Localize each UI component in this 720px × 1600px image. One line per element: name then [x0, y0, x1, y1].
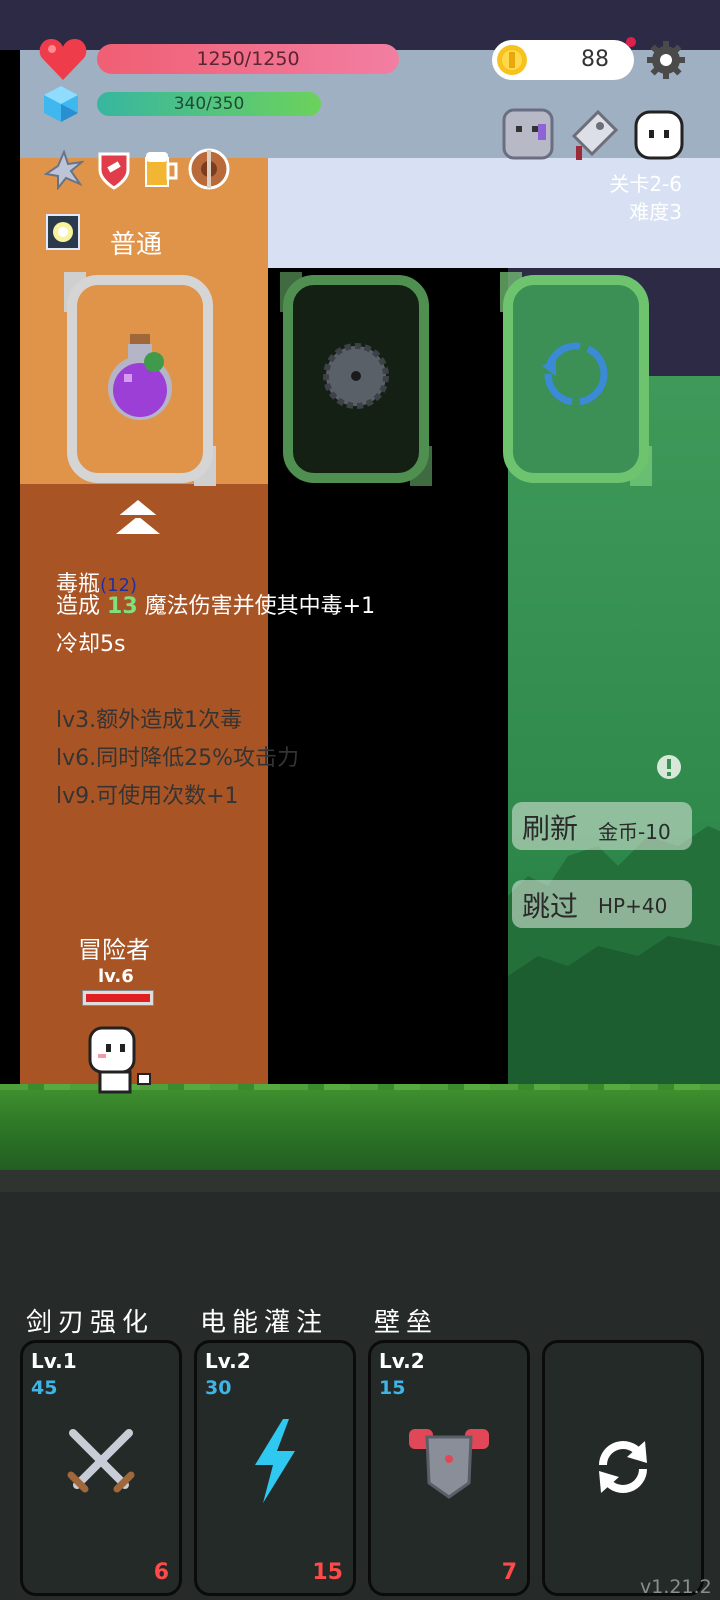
hero-level: lv.6	[98, 966, 134, 987]
beer-status-icon	[142, 148, 180, 190]
blob-enemy-icon	[634, 110, 684, 160]
upgrade-title-3: 壁垒	[374, 1308, 439, 1338]
notification-dot	[626, 37, 636, 47]
upgrade-title-2: 电能灌注	[200, 1308, 329, 1338]
coin-amount: 88	[581, 47, 609, 72]
level-bonus-1: lv3.额外造成1次毒	[56, 708, 243, 733]
item-slot-sawblade[interactable]	[280, 272, 432, 486]
spikeball-status-icon	[43, 149, 86, 191]
item-slot-refresh-skill[interactable]	[500, 272, 652, 486]
difficulty-label: 难度3	[629, 200, 682, 224]
damage-value: 13	[107, 594, 138, 619]
grass	[0, 1090, 720, 1170]
upgrade-card-blade[interactable]: Lv.1 45 6	[20, 1340, 182, 1596]
hero-hp-bar	[82, 990, 154, 1006]
card-level: Lv.2	[205, 1349, 251, 1373]
coin-icon	[496, 44, 528, 76]
card-value: 15	[379, 1377, 406, 1399]
sawblade-icon	[320, 340, 392, 412]
round-shield-status-icon	[188, 148, 230, 190]
card-cost: 15	[312, 1560, 343, 1585]
upgrade-card-bulwark[interactable]: Lv.2 15 7	[368, 1340, 530, 1596]
hero-sprite	[86, 1026, 158, 1096]
ground-line	[0, 1170, 720, 1192]
skip-button[interactable]: 跳过 HP+40	[512, 880, 692, 928]
mana-crystal-icon	[44, 86, 78, 122]
stage-label: 关卡2-6	[609, 172, 682, 196]
cleaver-enemy-icon	[566, 106, 624, 162]
poison-bottle-icon	[102, 332, 178, 422]
level-bonus-2: lv6.同时降低25%攻击力	[56, 746, 300, 771]
refresh-button[interactable]: 刷新 金币-10	[512, 802, 692, 850]
card-level: Lv.1	[31, 1349, 77, 1373]
left-edge	[0, 50, 20, 1100]
hero-name: 冒险者	[78, 936, 150, 964]
level-bonus-3: lv9.可使用次数+1	[56, 784, 239, 809]
gear-icon[interactable]	[645, 39, 687, 81]
reroll-upgrades-card[interactable]	[542, 1340, 704, 1596]
heart-icon	[38, 36, 88, 82]
armor-icon	[407, 1423, 491, 1499]
ghost-enemy-icon	[500, 106, 556, 162]
card-value: 45	[31, 1377, 58, 1399]
crossed-swords-icon	[63, 1423, 139, 1499]
item-description: 造成 13 魔法伤害并使其中毒+1	[56, 594, 376, 619]
hp-bar: 1250/1250	[97, 44, 399, 74]
expand-up-icon[interactable]	[114, 498, 162, 538]
reroll-icon	[591, 1435, 655, 1499]
version-label: v1.21.2	[640, 1576, 712, 1598]
shield-status-icon	[96, 150, 132, 190]
card-cost: 6	[153, 1560, 169, 1585]
cooldown-text: 冷却5s	[56, 632, 126, 657]
cycle-arrow-icon	[538, 336, 614, 412]
lightning-icon	[249, 1419, 301, 1503]
mp-bar: 340/350	[97, 92, 321, 116]
grade-label: 普通	[110, 230, 163, 260]
upgrade-title-1: 剑刃强化	[26, 1308, 155, 1338]
grade-gem-icon	[46, 214, 80, 250]
info-icon[interactable]	[656, 754, 682, 780]
upgrade-card-electric[interactable]: Lv.2 30 15	[194, 1340, 356, 1596]
card-value: 30	[205, 1377, 232, 1399]
card-cost: 7	[501, 1560, 517, 1585]
card-level: Lv.2	[379, 1349, 425, 1373]
item-slot-poison-bottle[interactable]	[64, 272, 216, 486]
